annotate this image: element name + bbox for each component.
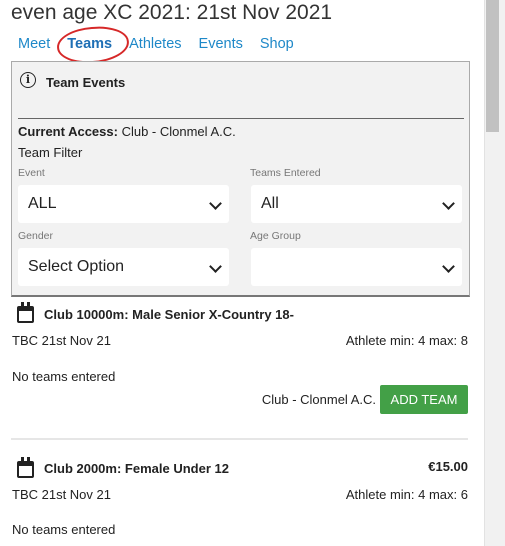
event-price: €15.00 [428,459,468,474]
event-teams-status: No teams entered [12,522,116,537]
panel-title: Team Events [46,75,126,90]
access-value: Club - Clonmel A.C. [121,124,236,139]
event-card: Club 2000m: Female Under 12 €15.00 TBC 2… [11,450,468,546]
tab-meet[interactable]: Meet [18,36,50,52]
scrollbar-thumb[interactable] [486,0,499,132]
club-label: Club - Clonmel A.C. [261,392,376,407]
event-date: TBC 21st Nov 21 [12,487,111,502]
age-group-label: Age Group [250,230,301,242]
event-select-value: ALL [28,195,57,212]
nav-tabs: Meet Teams Athletes Events Shop [18,24,311,66]
tab-shop[interactable]: Shop [260,36,294,52]
tab-events[interactable]: Events [199,36,243,52]
gender-label: Gender [18,230,54,242]
current-access: Current Access: Club - Clonmel A.C. [18,124,236,139]
event-card: Club 10000m: Male Senior X-Country 18- T… [11,296,468,440]
tab-teams[interactable]: Teams [56,24,131,66]
gender-select-value: Select Option [28,258,125,275]
access-label: Current Access: [18,124,118,139]
event-title: Club 10000m: Male Senior X-Country 18- [44,307,294,322]
event-select[interactable]: ALL [18,185,229,223]
age-group-select[interactable] [251,248,462,286]
teams-entered-value: All [261,195,279,212]
page-title: even age XC 2021: 21st Nov 2021 [11,1,333,24]
calendar-icon [17,302,34,323]
tab-athletes[interactable]: Athletes [129,36,181,52]
gender-select[interactable]: Select Option [18,248,229,286]
info-icon: i [20,72,36,88]
team-events-panel: i Team Events Current Access: Club - Clo… [11,61,470,297]
chevron-down-icon [209,260,222,273]
event-limits: Athlete min: 4 max: 8 [345,333,468,348]
event-limits: Athlete min: 4 max: 6 [345,487,468,502]
panel-divider [18,118,464,119]
chevron-down-icon [442,260,455,273]
event-date: TBC 21st Nov 21 [12,333,111,348]
teams-entered-select[interactable]: All [251,185,462,223]
chevron-down-icon [209,197,222,210]
event-title: Club 2000m: Female Under 12 [44,461,229,476]
calendar-icon [17,457,34,478]
teams-entered-label: Teams Entered [250,167,321,179]
chevron-down-icon [442,197,455,210]
filter-title: Team Filter [18,145,83,160]
add-team-button[interactable]: ADD TEAM [380,385,468,414]
tab-teams-label: Teams [67,36,113,52]
event-teams-status: No teams entered [12,369,116,384]
event-filter-label: Event [18,167,45,179]
